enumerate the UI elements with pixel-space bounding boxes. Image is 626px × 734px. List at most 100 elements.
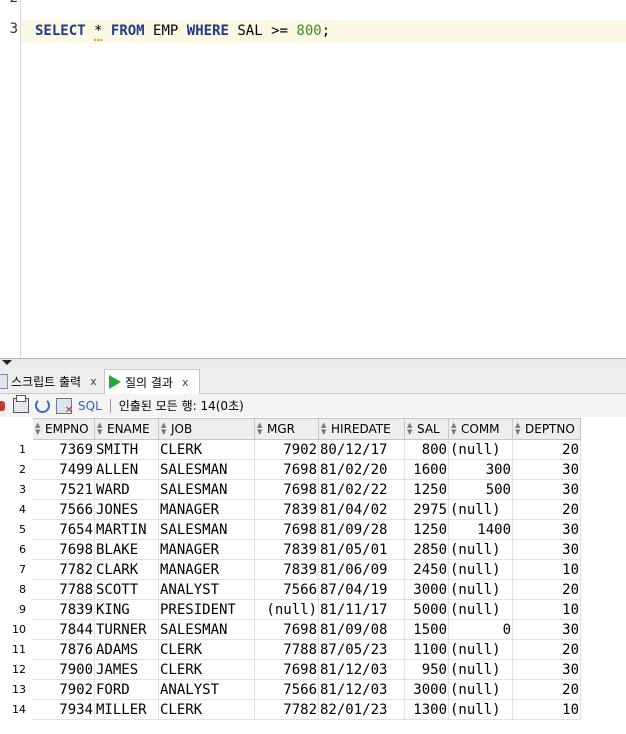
cell-ename[interactable]: WARD	[94, 479, 159, 500]
cell-hiredate[interactable]: 82/01/23	[318, 699, 405, 720]
close-icon[interactable]: x	[90, 375, 97, 388]
cell-job[interactable]: CLERK	[158, 639, 255, 660]
cell-sal[interactable]: 1300	[404, 699, 449, 720]
close-icon[interactable]: x	[182, 376, 189, 389]
cell-empno[interactable]: 7844	[32, 619, 95, 640]
cell-comm[interactable]: (null)	[448, 499, 513, 520]
cell-empno[interactable]: 7521	[32, 479, 95, 500]
cell-comm[interactable]: (null)	[448, 539, 513, 560]
table-row[interactable]: 6 7698 BLAKE MANAGER 7839 81/05/01 2850 (null) 3…	[0, 539, 581, 560]
cell-mgr[interactable]: 7698	[254, 659, 319, 680]
cell-empno[interactable]: 7934	[32, 699, 95, 720]
cell-deptno[interactable]: 30	[512, 659, 581, 680]
cell-hiredate[interactable]: 81/12/03	[318, 659, 405, 680]
cell-ename[interactable]: KING	[94, 599, 159, 620]
cell-comm[interactable]: (null)	[448, 639, 513, 660]
cell-job[interactable]: MANAGER	[158, 499, 255, 520]
cell-deptno[interactable]: 30	[512, 519, 581, 540]
cell-hiredate[interactable]: 87/04/19	[318, 579, 405, 600]
cell-mgr[interactable]: (null)	[254, 599, 319, 620]
cell-ename[interactable]: CLARK	[94, 559, 159, 580]
cell-mgr[interactable]: 7839	[254, 559, 319, 580]
cell-sal[interactable]: 1250	[404, 479, 449, 500]
cell-ename[interactable]: JONES	[94, 499, 159, 520]
cell-job[interactable]: MANAGER	[158, 539, 255, 560]
tab-query-result[interactable]: 질의 결과 x	[104, 369, 200, 394]
cell-hiredate[interactable]: 81/09/28	[318, 519, 405, 540]
result-grid[interactable]: ▲ ▼ EMPNO ▲ ▼ ENAME ▲ ▼ JOB ▲ ▼ MGR ▲ ▼ HIREDATE ▲…	[0, 418, 626, 720]
cell-mgr[interactable]: 7566	[254, 679, 319, 700]
cell-comm[interactable]: (null)	[448, 659, 513, 680]
table-row[interactable]: 3 7521 WARD SALESMAN 7698 81/02/22 1250 500 30	[0, 479, 581, 500]
cell-job[interactable]: ANALYST	[158, 679, 255, 700]
cell-deptno[interactable]: 10	[512, 599, 581, 620]
cell-ename[interactable]: TURNER	[94, 619, 159, 640]
cell-sal[interactable]: 2850	[404, 539, 449, 560]
cell-ename[interactable]: MARTIN	[94, 519, 159, 540]
cell-ename[interactable]: SCOTT	[94, 579, 159, 600]
cell-comm[interactable]: 500	[448, 479, 513, 500]
cell-comm[interactable]: 1400	[448, 519, 513, 540]
cell-hiredate[interactable]: 80/12/17	[318, 439, 405, 460]
cell-sal[interactable]: 5000	[404, 599, 449, 620]
cell-comm[interactable]: (null)	[448, 679, 513, 700]
cell-comm[interactable]: 300	[448, 459, 513, 480]
cell-job[interactable]: CLERK	[158, 439, 255, 460]
cell-comm[interactable]: (null)	[448, 579, 513, 600]
cell-hiredate[interactable]: 81/12/03	[318, 679, 405, 700]
table-row[interactable]: 14 7934 MILLER CLERK 7782 82/01/23 1300 (null) 1…	[0, 699, 581, 720]
cell-mgr[interactable]: 7782	[254, 699, 319, 720]
table-row[interactable]: 8 7788 SCOTT ANALYST 7566 87/04/19 3000 (null) 2…	[0, 579, 581, 600]
cell-empno[interactable]: 7566	[32, 499, 95, 520]
sql-button[interactable]: SQL	[78, 399, 102, 413]
cell-ename[interactable]: BLAKE	[94, 539, 159, 560]
cell-ename[interactable]: JAMES	[94, 659, 159, 680]
cell-empno[interactable]: 7654	[32, 519, 95, 540]
cell-hiredate[interactable]: 81/06/09	[318, 559, 405, 580]
cell-job[interactable]: CLERK	[158, 659, 255, 680]
refresh-icon[interactable]	[35, 398, 50, 413]
cell-job[interactable]: ANALYST	[158, 579, 255, 600]
cell-job[interactable]: CLERK	[158, 699, 255, 720]
print-icon[interactable]	[13, 395, 29, 413]
cell-sal[interactable]: 800	[404, 439, 449, 460]
cell-deptno[interactable]: 30	[512, 539, 581, 560]
cell-empno[interactable]: 7499	[32, 459, 95, 480]
cell-deptno[interactable]: 10	[512, 699, 581, 720]
cell-mgr[interactable]: 7698	[254, 479, 319, 500]
cell-hiredate[interactable]: 81/09/08	[318, 619, 405, 640]
cell-hiredate[interactable]: 81/02/22	[318, 479, 405, 500]
cell-hiredate[interactable]: 87/05/23	[318, 639, 405, 660]
column-header-hiredate[interactable]: ▲ ▼ HIREDATE	[318, 418, 405, 440]
cell-empno[interactable]: 7900	[32, 659, 95, 680]
table-row[interactable]: 9 7839 KING PRESIDENT (null) 81/11/17 5000 (nul…	[0, 599, 581, 620]
cell-deptno[interactable]: 20	[512, 679, 581, 700]
column-header-deptno[interactable]: ▲ ▼ DEPTNO	[512, 418, 581, 440]
cell-hiredate[interactable]: 81/05/01	[318, 539, 405, 560]
cell-deptno[interactable]: 30	[512, 459, 581, 480]
cell-sal[interactable]: 1100	[404, 639, 449, 660]
cell-deptno[interactable]: 10	[512, 559, 581, 580]
cell-ename[interactable]: FORD	[94, 679, 159, 700]
cell-deptno[interactable]: 20	[512, 499, 581, 520]
cell-mgr[interactable]: 7698	[254, 459, 319, 480]
table-row[interactable]: 5 7654 MARTIN SALESMAN 7698 81/09/28 1250 1400 3…	[0, 519, 581, 540]
cell-hiredate[interactable]: 81/04/02	[318, 499, 405, 520]
cell-sal[interactable]: 950	[404, 659, 449, 680]
sql-query-line[interactable]: SELECT * FROM EMP WHERE SAL >= 800;	[35, 21, 330, 41]
cell-ename[interactable]: SMITH	[94, 439, 159, 460]
cell-sal[interactable]: 1250	[404, 519, 449, 540]
table-row[interactable]: 10 7844 TURNER SALESMAN 7698 81/09/08 1500 0 30	[0, 619, 581, 640]
table-row[interactable]: 2 7499 ALLEN SALESMAN 7698 81/02/20 1600 300 30	[0, 459, 581, 480]
cell-comm[interactable]: (null)	[448, 439, 513, 460]
column-header-ename[interactable]: ▲ ▼ ENAME	[94, 418, 159, 440]
cell-sal[interactable]: 3000	[404, 679, 449, 700]
cancel-icon[interactable]	[56, 397, 73, 416]
pin-icon[interactable]	[0, 400, 5, 411]
cell-comm[interactable]: (null)	[448, 599, 513, 620]
cell-ename[interactable]: ADAMS	[94, 639, 159, 660]
table-row[interactable]: 12 7900 JAMES CLERK 7698 81/12/03 950 (null) 30	[0, 659, 581, 680]
cell-job[interactable]: SALESMAN	[158, 479, 255, 500]
cell-mgr[interactable]: 7902	[254, 439, 319, 460]
cell-sal[interactable]: 1600	[404, 459, 449, 480]
